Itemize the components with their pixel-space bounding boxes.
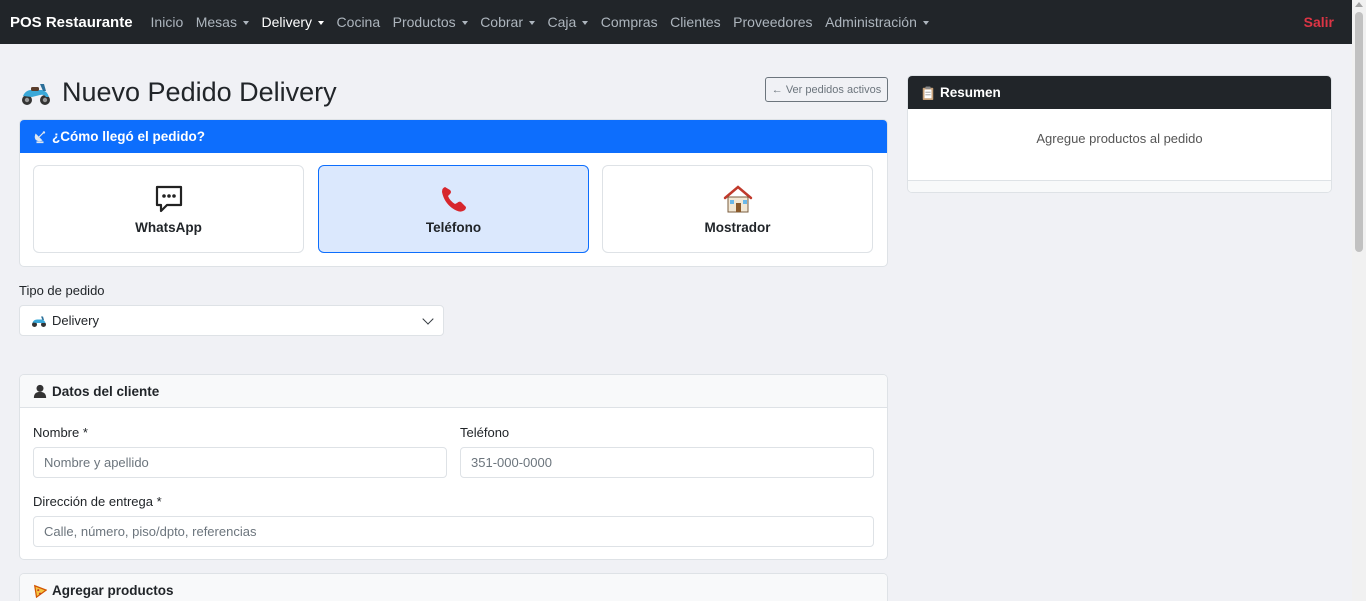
brand[interactable]: POS Restaurante (10, 14, 133, 31)
caret-down-icon (242, 20, 249, 25)
customer-header: Datos del cliente (20, 375, 887, 408)
caret-down-icon (318, 20, 325, 25)
name-input[interactable] (33, 447, 447, 478)
scrollbar[interactable] (1352, 0, 1366, 601)
speech-bubble-icon (155, 185, 182, 212)
page-title-text: Nuevo Pedido Delivery (62, 76, 337, 107)
summary-card: Resumen Agregue productos al pedido (907, 75, 1332, 193)
address-label: Dirección de entrega * (33, 494, 162, 509)
order-type-label: Tipo de pedido (19, 283, 105, 298)
summary-title: Resumen (940, 85, 1001, 100)
address-input[interactable] (33, 516, 874, 547)
nav-item-cocina[interactable]: Cocina (337, 14, 381, 30)
nav-item-delivery[interactable]: Delivery (261, 14, 325, 30)
add-products-header[interactable]: Agregar productos (20, 574, 887, 601)
chevron-down-icon (422, 313, 434, 325)
summary-header: Resumen (908, 76, 1331, 109)
nav-item-caja[interactable]: Caja (547, 14, 589, 30)
scooter-icon (22, 84, 50, 105)
add-products-title: Agregar productos (52, 583, 174, 598)
nav-item-cobrar[interactable]: Cobrar (480, 14, 535, 30)
pizza-icon (33, 584, 47, 598)
origin-counter-button[interactable]: Mostrador (602, 165, 873, 253)
summary-empty-text: Agregue productos al pedido (1036, 131, 1203, 146)
name-label: Nombre * (33, 425, 88, 440)
origin-counter-label: Mostrador (704, 219, 771, 235)
scroll-up-arrow-icon[interactable] (1355, 2, 1363, 7)
caret-down-icon (528, 20, 535, 25)
order-type-select[interactable]: Delivery (19, 305, 444, 336)
order-origin-header: ¿Cómo llegó el pedido? (20, 120, 887, 153)
satellite-icon (34, 130, 46, 143)
origin-phone-label: Teléfono (425, 219, 482, 235)
scooter-icon (32, 316, 46, 327)
logout-link[interactable]: Salir (1304, 14, 1334, 30)
order-origin-title: ¿Cómo llegó el pedido? (52, 129, 205, 144)
navbar: POS Restaurante Inicio Mesas Delivery Co… (0, 0, 1352, 44)
page-title: Nuevo Pedido Delivery (20, 76, 337, 108)
order-type-value: Delivery (52, 313, 99, 328)
add-products-card: Agregar productos (19, 573, 888, 601)
phone-input[interactable] (460, 447, 874, 478)
nav-item-inicio[interactable]: Inicio (151, 14, 184, 30)
customer-card: Datos del cliente Nombre * Teléfono Dire… (19, 374, 888, 560)
nav-item-proveedores[interactable]: Proveedores (733, 14, 812, 30)
customer-title: Datos del cliente (52, 383, 160, 399)
scrollbar-thumb[interactable] (1355, 12, 1363, 252)
nav-item-administracion[interactable]: Administración (825, 14, 929, 30)
person-icon (33, 384, 47, 398)
view-active-orders-button[interactable]: ← Ver pedidos activos (765, 77, 888, 102)
caret-down-icon (582, 20, 589, 25)
nav-item-productos[interactable]: Productos (393, 14, 468, 30)
caret-down-icon (461, 20, 468, 25)
house-icon (723, 184, 752, 212)
clipboard-icon (922, 85, 934, 100)
nav-item-mesas[interactable]: Mesas (196, 14, 249, 30)
caret-down-icon (922, 20, 929, 25)
origin-whatsapp-button[interactable]: WhatsApp (33, 165, 304, 253)
origin-phone-button[interactable]: Teléfono (318, 165, 589, 253)
summary-footer (908, 180, 1331, 192)
origin-whatsapp-label: WhatsApp (135, 219, 202, 235)
phone-label: Teléfono (460, 425, 510, 440)
phone-icon (441, 186, 466, 212)
nav-item-clientes[interactable]: Clientes (670, 14, 721, 30)
order-origin-card: ¿Cómo llegó el pedido? WhatsApp Teléfono… (19, 119, 888, 267)
nav-item-compras[interactable]: Compras (601, 14, 658, 30)
